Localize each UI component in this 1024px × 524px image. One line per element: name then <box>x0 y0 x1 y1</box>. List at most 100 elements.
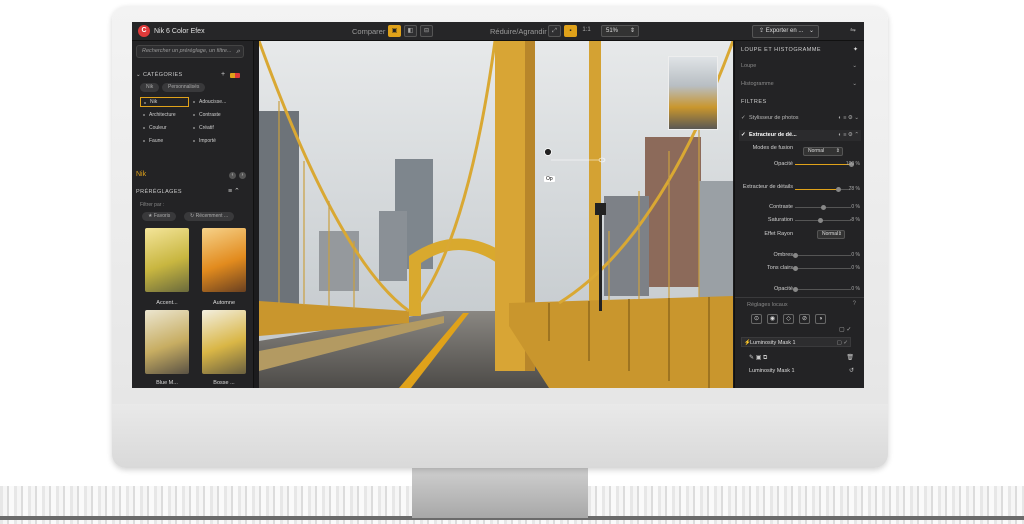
preset-thumbnail[interactable] <box>145 310 189 374</box>
filter-favorites-chip[interactable]: ★ Favoris <box>142 212 177 221</box>
shadows-slider[interactable] <box>792 253 851 258</box>
add-icon[interactable]: + <box>221 71 225 78</box>
next-icon[interactable]: › <box>239 172 246 179</box>
saturation-slider[interactable] <box>795 218 851 223</box>
check-icon[interactable]: ✓ <box>741 130 746 141</box>
category-dot <box>193 114 195 116</box>
color-toggle-icon[interactable] <box>230 73 240 78</box>
category-label: Créatif <box>199 125 214 131</box>
tab-custom[interactable]: Personnalisés <box>162 83 206 92</box>
category-label: Contraste <box>199 112 221 118</box>
presets-title: PRÉRÉGLAGES <box>136 189 182 195</box>
reset-icon[interactable]: ↺ <box>849 367 854 374</box>
current-category-label: Nik <box>136 171 147 178</box>
filter-recent-chip[interactable]: ↻ Récemment ... <box>184 212 235 221</box>
opacity-slider[interactable] <box>795 162 854 167</box>
bridge-photo <box>259 41 733 388</box>
slider-knob[interactable] <box>792 253 798 258</box>
detail-slider[interactable] <box>795 187 851 192</box>
check-icon[interactable]: ✓ <box>741 113 746 124</box>
chevron-updown-icon: ⇕ <box>835 148 840 154</box>
category-label: Adoucisse... <box>199 99 227 105</box>
category-label: Couleur <box>149 125 167 131</box>
category-item[interactable]: Créatif <box>190 123 239 133</box>
categories-header[interactable]: ⌄ CATÉGORIES <box>136 72 183 78</box>
filter-label: Extracteur de dé... <box>749 132 797 138</box>
mask-name: Luminosity Mask 1 <box>750 340 796 346</box>
sidebar-toggle-icon[interactable]: ⇋ <box>850 26 856 34</box>
saturation-value: -8 % <box>849 217 860 223</box>
category-label: Architecture <box>149 112 176 118</box>
contrast-slider[interactable] <box>795 205 851 210</box>
lasso-tool-icon[interactable]: ◇ <box>783 314 794 324</box>
help-icon[interactable]: ? <box>853 301 856 307</box>
previous-icon[interactable]: ‹ <box>229 172 236 179</box>
zoom-ratio-button[interactable]: 1:1 <box>580 25 593 37</box>
slider-knob[interactable] <box>818 218 824 223</box>
category-item[interactable]: Contraste <box>190 110 239 120</box>
list-view-icon[interactable]: ≡ ⌃ <box>228 187 240 195</box>
export-dropdown[interactable]: ⇪ Exporter en ... ⌄ <box>752 25 819 38</box>
filter-actions-icon[interactable]: ◐ ≡ ⚙ ⌄ <box>838 113 859 124</box>
compare-split-button[interactable]: ◧ <box>404 25 417 37</box>
mask-list-item[interactable]: ⚡ Luminosity Mask 1 ▢ ✓ <box>741 337 851 347</box>
category-item[interactable]: Architecture <box>140 110 189 120</box>
fill-screen-button[interactable]: ▪ <box>564 25 577 37</box>
slider-fill <box>795 189 839 190</box>
opacity-value: 100 % <box>845 161 860 167</box>
category-item[interactable]: Importé <box>190 136 239 146</box>
blend-mode-select[interactable]: Normal ⇕ <box>803 147 843 156</box>
mask-tools-icon[interactable]: ✎ ▣ ⧉ <box>749 354 767 362</box>
presets-header[interactable]: PRÉRÉGLAGES <box>136 189 182 195</box>
trash-icon[interactable]: 🗑 <box>846 354 854 361</box>
slider-knob[interactable] <box>836 187 842 192</box>
mask-toggle-icon[interactable]: ▢ ✓ <box>837 338 848 348</box>
category-item[interactable]: Adoucisse... <box>190 97 239 107</box>
blend-mode-value: Normal <box>808 148 825 154</box>
category-item[interactable]: Nik <box>140 97 189 107</box>
detail-label: Extracteur de détails <box>742 184 793 190</box>
image-canvas[interactable]: Op <box>259 41 733 388</box>
zoom-value: 51% <box>606 28 619 34</box>
compare-single-button[interactable]: ▣ <box>388 25 401 37</box>
highlights-slider[interactable] <box>792 266 851 271</box>
compare-side-button[interactable]: ⊟ <box>420 25 433 37</box>
control-point-tool-icon[interactable]: ⊙ <box>751 314 762 324</box>
chevron-updown-icon: ⇕ <box>837 231 842 237</box>
filter-row-stylizer[interactable]: ✓ Stylisseur de photos ◐ ≡ ⚙ ⌄ <box>739 113 861 124</box>
tab-nik[interactable]: Nik <box>140 83 160 92</box>
effect-select[interactable]: Normal ⇕ <box>817 230 845 239</box>
category-dot <box>143 114 145 116</box>
category-item[interactable]: Faune <box>140 136 189 146</box>
preset-thumbnail[interactable] <box>202 228 246 292</box>
pin-icon[interactable]: ✦ <box>853 46 858 53</box>
mask-visibility-icon[interactable]: ▢ ✓ <box>839 326 851 333</box>
preset-thumbnail[interactable] <box>145 228 189 292</box>
category-dot <box>143 140 145 142</box>
filter-by-label: Filtrer par : <box>140 202 165 208</box>
navigator-preview[interactable] <box>668 56 718 130</box>
brush-tool-icon[interactable]: ◉ <box>767 314 778 324</box>
gradient-tool-icon[interactable]: ⊘ <box>799 314 810 324</box>
category-item[interactable]: Couleur <box>140 123 189 133</box>
export-icon: ⇪ <box>759 28 766 34</box>
preset-thumbnail[interactable] <box>202 310 246 374</box>
categories-title: CATÉGORIES <box>142 72 183 78</box>
filter-row-detail-extractor[interactable]: ✓ Extracteur de dé... ◐ ≡ ⚙ ⌃ <box>739 130 861 141</box>
slider-knob[interactable] <box>820 205 826 210</box>
slider-knob[interactable] <box>792 287 798 292</box>
search-input[interactable]: Rechercher un préréglage, un filtre... ⌕ <box>136 45 244 58</box>
slider-knob[interactable] <box>792 266 798 271</box>
fit-screen-button[interactable]: ⤢ <box>548 25 561 37</box>
chevron-down-icon: ⌄ <box>136 72 143 78</box>
search-placeholder: Rechercher un préréglage, un filtre... <box>142 48 232 54</box>
loupe-row[interactable]: Loupe ⌄ <box>741 63 859 69</box>
histogram-row[interactable]: Histogramme ⌄ <box>741 81 859 87</box>
local-adjust-label: Réglages locaux <box>747 302 788 308</box>
luminosity-tool-icon[interactable]: ◑ <box>815 314 826 324</box>
control-point-label[interactable]: Op <box>544 176 555 182</box>
zoom-select[interactable]: 51% ⇕ <box>601 25 639 37</box>
opacity2-slider[interactable] <box>792 287 851 292</box>
shadows-label: Ombres <box>773 252 793 258</box>
filter-actions-icon[interactable]: ◐ ≡ ⚙ ⌃ <box>838 130 859 141</box>
